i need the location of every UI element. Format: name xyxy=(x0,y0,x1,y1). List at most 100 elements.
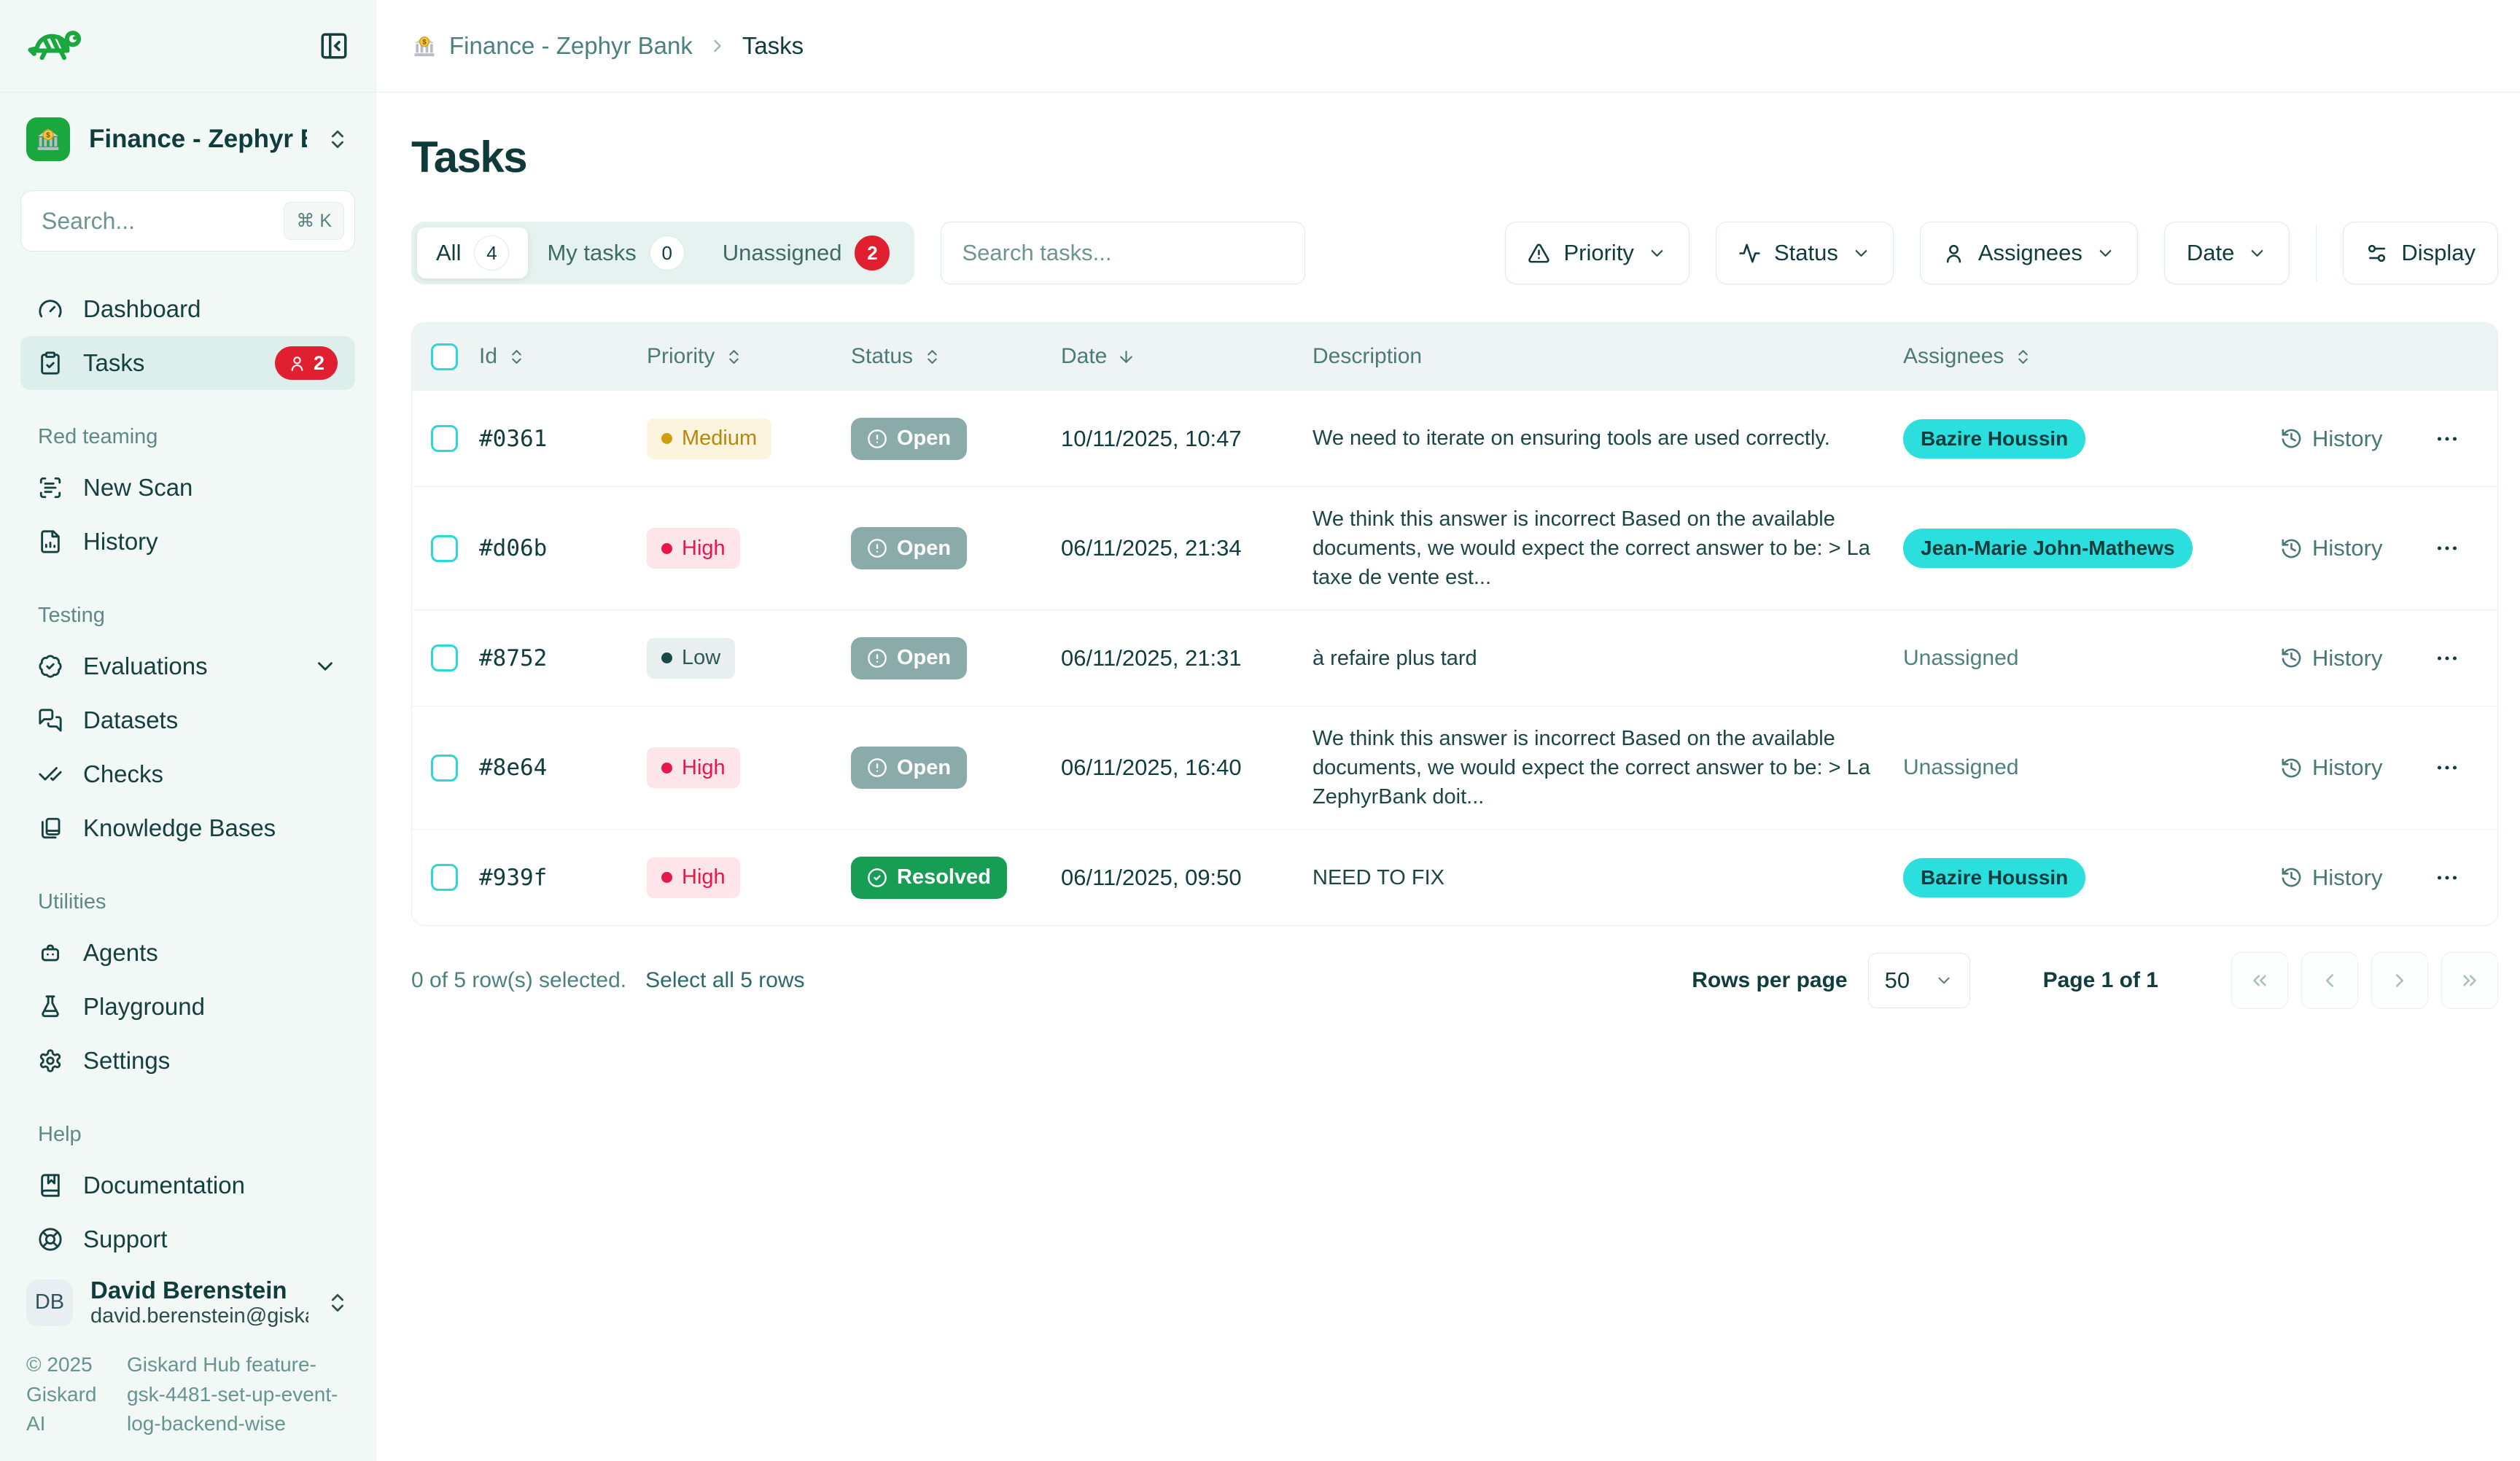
status-filter-button[interactable]: Status xyxy=(1716,222,1894,284)
date-filter-button[interactable]: Date xyxy=(2164,222,2290,284)
history-button[interactable]: History xyxy=(2280,426,2397,452)
sidebar-item-label: Knowledge Bases xyxy=(83,814,276,842)
row-more-button[interactable] xyxy=(2434,645,2460,671)
next-page-button[interactable] xyxy=(2371,952,2428,1009)
row-more-button[interactable] xyxy=(2434,535,2460,561)
gear-icon xyxy=(38,1048,63,1073)
row-checkbox[interactable] xyxy=(431,644,458,671)
flask-icon xyxy=(38,994,63,1019)
previous-page-button[interactable] xyxy=(2301,952,2358,1009)
assignee-unassigned: Unassigned xyxy=(1903,755,2018,779)
priority-filter-button[interactable]: Priority xyxy=(1505,222,1689,284)
assignee-badge: Bazire Houssin xyxy=(1903,858,2085,897)
display-button[interactable]: Display xyxy=(2343,222,2498,284)
table-row[interactable]: #d06b High Open 06/11/2025, 21:34 We thi… xyxy=(412,486,2497,609)
arrow-down-icon xyxy=(1117,348,1135,366)
assignee-cell: Unassigned xyxy=(1903,755,2280,780)
collapse-sidebar-icon[interactable] xyxy=(319,31,349,61)
circle-alert-icon xyxy=(867,648,887,669)
assignee-cell: Jean-Marie John-Mathews xyxy=(1903,529,2280,568)
task-date: 06/11/2025, 09:50 xyxy=(1061,865,1312,891)
assignee-cell: Unassigned xyxy=(1903,646,2280,671)
breadcrumb-current: Tasks xyxy=(742,32,804,60)
task-id: #d06b xyxy=(479,535,647,561)
topbar: Finance - Zephyr Bank Tasks xyxy=(376,0,2520,93)
history-icon xyxy=(2280,866,2303,889)
tab-all[interactable]: All 4 xyxy=(417,227,528,278)
table-row[interactable]: #0361 Medium Open 10/11/2025, 10:47 We n… xyxy=(412,390,2497,486)
column-header-assignees[interactable]: Assignees xyxy=(1903,344,2280,369)
workspace-bank-icon xyxy=(26,117,70,161)
sidebar-item-knowledge-bases[interactable]: Knowledge Bases xyxy=(20,801,355,855)
rows-per-page-value: 50 xyxy=(1885,967,1910,994)
column-header-date[interactable]: Date xyxy=(1061,344,1312,369)
sidebar-search[interactable]: ⌘ K xyxy=(20,190,355,252)
row-checkbox[interactable] xyxy=(431,864,458,891)
breadcrumb-workspace[interactable]: Finance - Zephyr Bank xyxy=(411,32,693,60)
sidebar-item-label: History xyxy=(83,528,158,556)
row-more-button[interactable] xyxy=(2434,426,2460,452)
chevrons-left-icon xyxy=(2249,970,2271,991)
sidebar-item-new-scan[interactable]: New Scan xyxy=(20,461,355,515)
row-checkbox[interactable] xyxy=(431,425,458,452)
row-more-button[interactable] xyxy=(2434,865,2460,891)
ellipsis-icon xyxy=(2434,426,2460,452)
circle-alert-icon xyxy=(867,538,887,558)
priority-badge: High xyxy=(647,528,740,569)
tab-my-tasks[interactable]: My tasks 0 xyxy=(528,227,703,278)
sliders-icon xyxy=(2365,242,2388,265)
user-name: David Berenstein xyxy=(90,1277,308,1304)
sidebar-item-evaluations[interactable]: Evaluations xyxy=(20,639,355,693)
search-shortcut-kbd: ⌘ K xyxy=(284,202,344,240)
sidebar-item-settings[interactable]: Settings xyxy=(20,1034,355,1088)
history-button[interactable]: History xyxy=(2280,535,2397,561)
tab-unassigned-count: 2 xyxy=(855,235,890,270)
user-icon xyxy=(288,354,306,373)
task-description: We need to iterate on ensuring tools are… xyxy=(1312,424,1903,453)
row-more-button[interactable] xyxy=(2434,755,2460,781)
toolbar: All 4 My tasks 0 Unassigned 2 xyxy=(411,222,2498,284)
select-all-rows-link[interactable]: Select all 5 rows xyxy=(645,968,804,993)
sidebar-item-dashboard[interactable]: Dashboard xyxy=(20,282,355,336)
sidebar-item-datasets[interactable]: Datasets xyxy=(20,693,355,747)
chevron-down-icon xyxy=(1934,971,1953,990)
column-header-id[interactable]: Id xyxy=(479,344,647,369)
table-row[interactable]: #8e64 High Open 06/11/2025, 16:40 We thi… xyxy=(412,706,2497,829)
sidebar-item-playground[interactable]: Playground xyxy=(20,980,355,1034)
first-page-button[interactable] xyxy=(2231,952,2288,1009)
sidebar-item-agents[interactable]: Agents xyxy=(20,926,355,980)
sidebar-item-support[interactable]: Support xyxy=(20,1212,355,1266)
tab-unassigned[interactable]: Unassigned 2 xyxy=(704,227,909,278)
sidebar-search-input[interactable] xyxy=(42,208,231,235)
history-button[interactable]: History xyxy=(2280,755,2397,781)
row-checkbox[interactable] xyxy=(431,755,458,782)
search-tasks-input[interactable] xyxy=(962,240,1284,266)
rows-per-page-select[interactable]: 50 xyxy=(1868,953,1970,1008)
sidebar-item-label: Documentation xyxy=(83,1172,245,1199)
row-checkbox[interactable] xyxy=(431,535,458,562)
sidebar-item-label: Datasets xyxy=(83,706,178,734)
section-label-red-teaming: Red teaming xyxy=(38,425,355,449)
select-all-checkbox[interactable] xyxy=(431,343,458,370)
table-body: #0361 Medium Open 10/11/2025, 10:47 We n… xyxy=(412,390,2497,925)
bot-icon xyxy=(38,940,63,965)
circle-check-icon xyxy=(867,868,887,888)
history-button[interactable]: History xyxy=(2280,865,2397,891)
sidebar-item-history[interactable]: History xyxy=(20,515,355,569)
priority-badge: Medium xyxy=(647,418,771,459)
column-header-status[interactable]: Status xyxy=(851,344,1061,369)
sidebar-item-tasks[interactable]: Tasks 2 xyxy=(20,336,355,390)
table-row[interactable]: #939f High Resolved 06/11/2025, 09:50 NE… xyxy=(412,829,2497,925)
assignees-filter-button[interactable]: Assignees xyxy=(1920,222,2138,284)
sidebar-item-checks[interactable]: Checks xyxy=(20,747,355,801)
workspace-selector[interactable]: Finance - Zephyr Bank xyxy=(20,117,355,161)
tab-my-tasks-count: 0 xyxy=(650,235,685,270)
sidebar-item-documentation[interactable]: Documentation xyxy=(20,1158,355,1212)
table-row[interactable]: #8752 Low Open 06/11/2025, 21:31 à refai… xyxy=(412,609,2497,706)
user-menu[interactable]: DB David Berenstein david.berenstein@gis… xyxy=(20,1266,355,1339)
last-page-button[interactable] xyxy=(2441,952,2498,1009)
history-button[interactable]: History xyxy=(2280,645,2397,671)
assignee-cell: Bazire Houssin xyxy=(1903,858,2280,897)
sidebar-item-label: Checks xyxy=(83,760,163,788)
column-header-priority[interactable]: Priority xyxy=(647,344,851,369)
